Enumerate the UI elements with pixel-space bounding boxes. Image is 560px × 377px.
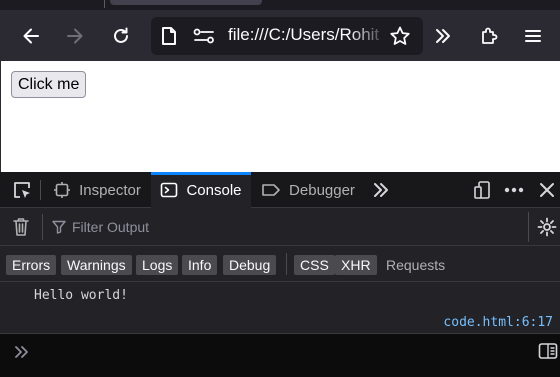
filter-css-chip[interactable]: CSS bbox=[294, 255, 335, 275]
editor-mode-toggle-icon[interactable] bbox=[538, 342, 558, 365]
tab-inspector-label: Inspector bbox=[79, 181, 141, 199]
console-message-text: Hello world! bbox=[34, 288, 128, 303]
console-settings-button[interactable] bbox=[534, 208, 560, 246]
tab-console-label: Console bbox=[186, 181, 242, 199]
active-tab[interactable] bbox=[110, 0, 262, 5]
console-prompt-icon bbox=[14, 344, 30, 365]
filter-placeholder: Filter Output bbox=[72, 219, 150, 235]
filter-debug-chip[interactable]: Debug bbox=[223, 255, 277, 275]
filter-output-input[interactable]: Filter Output bbox=[52, 208, 149, 246]
element-picker-button[interactable] bbox=[6, 172, 38, 208]
debugger-icon bbox=[262, 184, 280, 196]
url-bar[interactable]: file:///C:/Users/Rohit bbox=[151, 17, 423, 55]
back-arrow-icon bbox=[23, 28, 39, 44]
page-icon bbox=[161, 26, 177, 51]
click-me-button[interactable]: Click me bbox=[11, 71, 87, 98]
tab-strip bbox=[0, 0, 560, 10]
console-icon bbox=[161, 182, 178, 198]
browser-toolbar: file:///C:/Users/Rohit bbox=[0, 10, 560, 61]
extensions-button[interactable] bbox=[474, 21, 504, 51]
forward-button[interactable] bbox=[60, 21, 90, 51]
filter-separator-right bbox=[528, 212, 529, 242]
filter-errors-chip[interactable]: Errors bbox=[6, 255, 57, 275]
tab-separator bbox=[104, 0, 105, 8]
close-icon bbox=[540, 183, 554, 197]
devtools-tab-bar: Inspector Console Debugger bbox=[0, 172, 560, 208]
ellipsis-icon bbox=[504, 187, 524, 193]
responsive-design-button[interactable] bbox=[468, 172, 496, 208]
hamburger-menu-icon bbox=[525, 30, 541, 42]
gear-icon bbox=[537, 217, 557, 237]
inspector-icon bbox=[54, 182, 71, 198]
tab-debugger-label: Debugger bbox=[289, 181, 355, 199]
console-output: Hello world! code.html:6:17 bbox=[0, 282, 560, 334]
element-picker-icon bbox=[14, 182, 30, 198]
tab-console[interactable]: Console bbox=[151, 172, 251, 208]
site-permissions-icon[interactable] bbox=[193, 27, 215, 50]
more-tools-button[interactable] bbox=[366, 172, 396, 208]
trash-icon bbox=[13, 218, 29, 236]
app-menu-button[interactable] bbox=[518, 21, 548, 51]
devtools-separator bbox=[40, 180, 41, 200]
log-level-filter-bar: Errors Warnings Logs Info Debug CSS XHR … bbox=[0, 246, 560, 282]
tab-inspector[interactable]: Inspector bbox=[44, 172, 150, 208]
filter-requests-chip[interactable]: Requests bbox=[380, 255, 451, 275]
filter-separator bbox=[42, 214, 43, 240]
console-message-location-link[interactable]: code.html:6:17 bbox=[443, 315, 553, 330]
url-fade bbox=[349, 17, 389, 55]
tab-debugger[interactable]: Debugger bbox=[252, 172, 364, 208]
filter-info-chip[interactable]: Info bbox=[182, 255, 218, 275]
close-devtools-button[interactable] bbox=[534, 172, 560, 208]
responsive-design-icon bbox=[474, 181, 490, 199]
overflow-toolbar-button[interactable] bbox=[428, 21, 458, 51]
back-button[interactable] bbox=[16, 21, 46, 51]
chevron-double-right-icon bbox=[374, 183, 388, 197]
console-filter-bar: Filter Output bbox=[0, 208, 560, 246]
filter-funnel-icon bbox=[52, 220, 66, 234]
page-viewport: Click me bbox=[0, 61, 560, 172]
filter-logs-chip[interactable]: Logs bbox=[136, 255, 179, 275]
bookmark-star-icon[interactable] bbox=[389, 25, 411, 52]
chip-separator bbox=[286, 253, 287, 275]
forward-arrow-icon bbox=[67, 28, 83, 44]
devtools-options-button[interactable] bbox=[500, 172, 528, 208]
reload-icon bbox=[114, 27, 128, 43]
reload-button[interactable] bbox=[106, 21, 136, 51]
filter-xhr-chip[interactable]: XHR bbox=[335, 255, 377, 275]
console-input[interactable] bbox=[0, 334, 560, 377]
puzzle-icon bbox=[482, 27, 498, 44]
clear-console-button[interactable] bbox=[6, 208, 36, 246]
filter-warnings-chip[interactable]: Warnings bbox=[61, 255, 132, 275]
chevron-double-right-icon bbox=[436, 29, 450, 43]
